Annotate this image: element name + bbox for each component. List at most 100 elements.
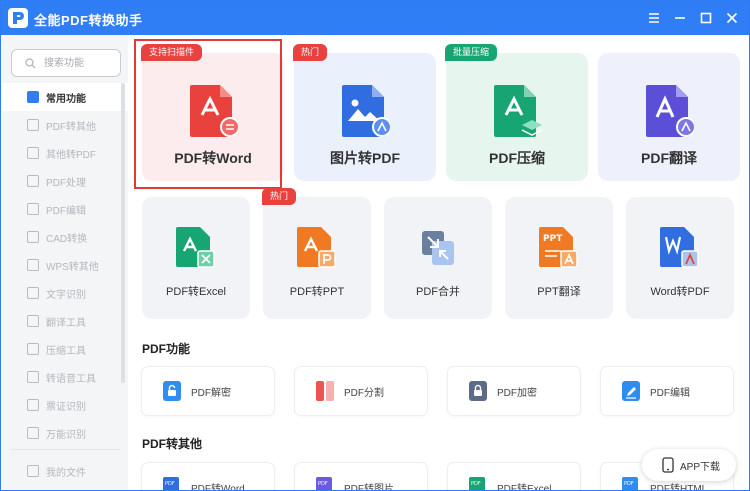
sidebar-item-label: CAD转换: [46, 234, 88, 245]
minimize-icon[interactable]: [669, 7, 691, 29]
pdf-to-excel-tool[interactable]: PDF PDF转Excel: [448, 463, 580, 491]
card-label: PDF翻译: [641, 150, 697, 166]
sidebar-item-translate[interactable]: 翻译工具: [2, 307, 128, 335]
word-to-pdf-card[interactable]: Word转PDF: [626, 197, 734, 319]
tool-label: PDF解密: [191, 388, 231, 399]
app-window: 全能PDF转换助手 常用功能 PDF转其他: [0, 0, 750, 491]
tool-label: PDF编辑: [650, 388, 690, 399]
tag-badge: 批量压缩: [445, 44, 498, 61]
pdf-to-excel-small-icon: PDF: [468, 476, 488, 490]
sidebar-item-label: PDF编辑: [46, 206, 86, 217]
pdf-to-ppt-card[interactable]: PDF转PPT 热门: [262, 188, 371, 319]
pdf-to-excel-card[interactable]: PDF转Excel: [142, 197, 250, 319]
wps-icon: [27, 259, 39, 271]
ticket-icon: [27, 399, 39, 411]
lock-icon: [468, 380, 488, 402]
sidebar-item-label: PDF处理: [46, 178, 86, 189]
pdf-merge-icon: [416, 225, 460, 269]
sidebar-item-label: 票证识别: [46, 402, 86, 413]
card-label: PDF合并: [416, 286, 460, 298]
text-recognition-icon: [27, 287, 39, 299]
sidebar-item-label: 文字识别: [46, 290, 86, 301]
tool-label: PDF转Word: [191, 484, 245, 491]
speech-icon: [27, 371, 39, 383]
title-bar[interactable]: 全能PDF转换助手: [1, 1, 749, 35]
image-to-pdf-icon: [340, 83, 392, 139]
folder-icon: [27, 465, 39, 477]
pdf-translate-icon: [644, 83, 696, 139]
svg-text:PPT: PPT: [543, 234, 563, 244]
compress-icon: [27, 343, 39, 355]
search-input[interactable]: [44, 55, 116, 71]
sidebar-item-pdf-edit[interactable]: PDF编辑: [2, 195, 128, 223]
pdf-decrypt-tool[interactable]: PDF解密: [142, 367, 274, 415]
sidebar-item-compress[interactable]: 压缩工具: [2, 335, 128, 363]
sidebar-item-pdf-process[interactable]: PDF处理: [2, 167, 128, 195]
tool-label: PDF加密: [497, 388, 537, 399]
pdf-to-ppt-icon: [295, 225, 339, 269]
main-content: PDF转Word 支持扫描件 图片转PDF 热门 PDF压缩 批量压缩 PDF翻…: [128, 35, 749, 491]
sidebar-item-my-files[interactable]: 我的文件: [2, 457, 128, 485]
close-icon[interactable]: [721, 7, 743, 29]
sidebar-item-pdf-to-other[interactable]: PDF转其他: [2, 111, 128, 139]
sidebar-item-cad[interactable]: CAD转换: [2, 223, 128, 251]
ppt-translate-card[interactable]: PPT PPT翻译: [505, 197, 613, 319]
sidebar-item-ticket[interactable]: 票证识别: [2, 391, 128, 419]
pdf-to-word-small-icon: PDF: [162, 476, 182, 490]
card-label: Word转PDF: [650, 286, 710, 298]
sidebar-divider: [10, 449, 120, 450]
svg-text:PDF: PDF: [471, 481, 481, 487]
pdf-merge-card[interactable]: PDF合并: [384, 197, 492, 319]
pdf-compress-card[interactable]: PDF压缩 批量压缩: [445, 44, 588, 181]
split-icon: [315, 380, 335, 402]
sidebar: 常用功能 PDF转其他 其他转PDF PDF处理 PDF编辑 CAD转换: [2, 35, 128, 490]
image-to-pdf-card[interactable]: 图片转PDF 热门: [293, 44, 436, 181]
card-label: PDF转Excel: [166, 286, 226, 298]
sidebar-scrollbar[interactable]: [121, 83, 125, 383]
search-icon: [25, 58, 36, 69]
word-to-pdf-icon: [658, 225, 702, 269]
pdf-to-html-small-icon: PDF: [621, 476, 641, 490]
sidebar-item-ocr[interactable]: 文字识别: [2, 279, 128, 307]
pdf-edit-tool[interactable]: PDF编辑: [601, 367, 733, 415]
menu-icon[interactable]: [643, 7, 665, 29]
card-label: 图片转PDF: [330, 150, 400, 166]
tool-label: PDF转Excel: [497, 484, 552, 491]
sidebar-item-common[interactable]: 常用功能: [2, 83, 128, 111]
tool-label: PDF转图片: [344, 484, 394, 491]
svg-text:PDF: PDF: [318, 481, 328, 487]
maximize-icon[interactable]: [695, 7, 717, 29]
tool-label: PDF分割: [344, 388, 384, 399]
pdf-split-tool[interactable]: PDF分割: [295, 367, 427, 415]
tool-label: PDF转HTML: [650, 484, 708, 491]
pdf-to-image-tool[interactable]: PDF PDF转图片: [295, 463, 427, 491]
sidebar-item-label: 万能识别: [46, 430, 86, 441]
selection-highlight: [134, 39, 282, 189]
cad-icon: [27, 231, 39, 243]
edit-icon: [27, 203, 39, 215]
pdf-to-image-small-icon: PDF: [315, 476, 335, 490]
sidebar-nav: 常用功能 PDF转其他 其他转PDF PDF处理 PDF编辑 CAD转换 WPS…: [2, 83, 128, 447]
sidebar-item-label: WPS转其他: [46, 262, 99, 273]
pdf-encrypt-tool[interactable]: PDF加密: [448, 367, 580, 415]
sidebar-item-wps[interactable]: WPS转其他: [2, 251, 128, 279]
pdf-icon: [27, 119, 39, 131]
sidebar-item-label: 常用功能: [46, 94, 86, 105]
pdf-translate-card[interactable]: PDF翻译: [598, 53, 740, 181]
svg-text:PDF: PDF: [165, 481, 175, 487]
sidebar-item-speech[interactable]: 转语音工具: [2, 363, 128, 391]
sidebar-item-label: PDF转其他: [46, 122, 96, 133]
app-download-button[interactable]: APP下载: [642, 449, 736, 481]
card-label: PDF压缩: [489, 150, 545, 166]
convert-icon: [27, 147, 39, 159]
scan-icon: [27, 427, 39, 439]
pdf-to-word-tool[interactable]: PDF PDF转Word: [142, 463, 274, 491]
app-title: 全能PDF转换助手: [34, 13, 143, 28]
sidebar-item-universal[interactable]: 万能识别: [2, 419, 128, 447]
sidebar-item-other-to-pdf[interactable]: 其他转PDF: [2, 139, 128, 167]
sidebar-item-label: 转语音工具: [46, 374, 96, 385]
search-box[interactable]: [11, 49, 121, 77]
svg-text:PDF: PDF: [624, 481, 634, 487]
translate-icon: [27, 315, 39, 327]
tag-badge: 热门: [262, 188, 297, 205]
